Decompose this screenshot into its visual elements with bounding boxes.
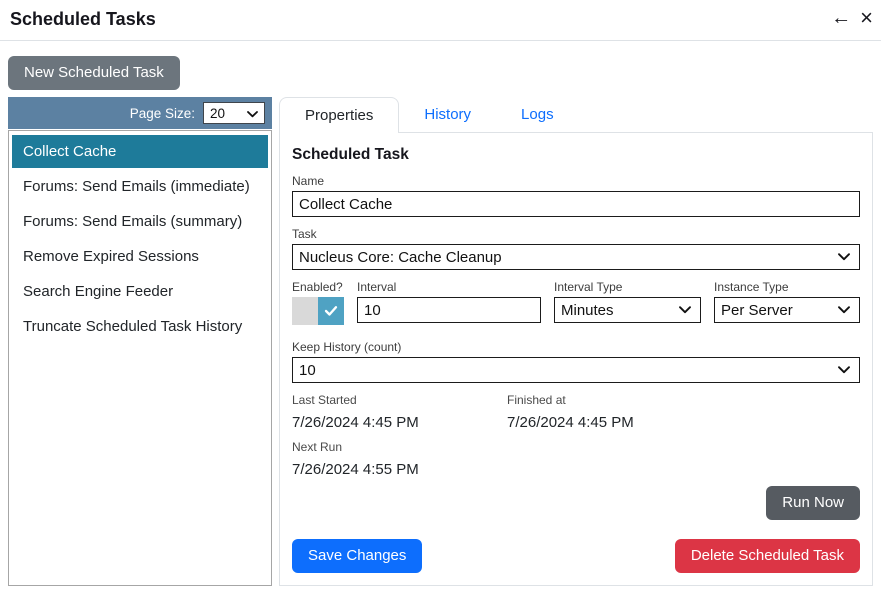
name-label: Name: [292, 174, 860, 188]
instance-type-label: Instance Type: [714, 280, 860, 294]
main-content: New Scheduled Task Page Size: 20 Collect…: [0, 41, 881, 586]
last-started-group: Last Started 7/26/2024 4:45 PM: [292, 393, 507, 431]
tab-properties[interactable]: Properties: [279, 97, 399, 133]
schedule-settings-row: Enabled? Interval: [292, 280, 860, 335]
chevron-down-icon: [838, 366, 850, 374]
finished-at-value: 7/26/2024 4:45 PM: [507, 414, 722, 431]
chevron-down-icon: [838, 253, 850, 261]
panel-heading: Scheduled Task: [292, 146, 860, 164]
tab-history[interactable]: History: [399, 97, 496, 132]
window-controls: ← ×: [831, 7, 873, 29]
task-list-panel: Page Size: 20 Collect CacheForums: Send …: [8, 97, 272, 586]
chevron-down-icon: [679, 306, 691, 314]
last-started-label: Last Started: [292, 393, 507, 407]
chevron-down-icon: [247, 106, 258, 121]
interval-type-select[interactable]: Minutes: [554, 297, 701, 323]
task-select[interactable]: Nucleus Core: Cache Cleanup: [292, 244, 860, 270]
finished-at-group: Finished at 7/26/2024 4:45 PM: [507, 393, 722, 431]
window-header: Scheduled Tasks ← ×: [0, 0, 881, 41]
page-size-value: 20: [210, 106, 225, 121]
task-list-item[interactable]: Forums: Send Emails (summary): [12, 205, 268, 238]
new-scheduled-task-button[interactable]: New Scheduled Task: [8, 56, 180, 90]
instance-type-select[interactable]: Per Server: [714, 297, 860, 323]
name-input[interactable]: [292, 191, 860, 217]
task-field-group: Task Nucleus Core: Cache Cleanup: [292, 227, 860, 270]
checkmark-icon: [318, 297, 344, 325]
save-changes-button[interactable]: Save Changes: [292, 539, 422, 573]
tab-bar: Properties History Logs: [279, 97, 873, 132]
task-list-header: Page Size: 20: [8, 97, 272, 129]
run-now-row: Run Now: [292, 486, 860, 520]
task-list-item[interactable]: Forums: Send Emails (immediate): [12, 170, 268, 203]
page-size-label: Page Size:: [130, 106, 195, 121]
keep-history-label: Keep History (count): [292, 340, 860, 354]
close-icon[interactable]: ×: [860, 7, 873, 29]
interval-field-group: Interval: [357, 280, 541, 325]
last-started-value: 7/26/2024 4:45 PM: [292, 414, 507, 431]
task-list-item[interactable]: Remove Expired Sessions: [12, 240, 268, 273]
task-list-item[interactable]: Collect Cache: [12, 135, 268, 168]
checkbox-off-half: [292, 297, 318, 325]
enabled-checkbox[interactable]: [292, 297, 344, 325]
page-title: Scheduled Tasks: [10, 9, 869, 30]
tab-logs[interactable]: Logs: [496, 97, 579, 132]
details-panel: Properties History Logs Scheduled Task N…: [279, 97, 873, 586]
enabled-field-group: Enabled?: [292, 280, 344, 325]
name-field-group: Name: [292, 174, 860, 217]
action-buttons-row: Save Changes Delete Scheduled Task: [292, 539, 860, 573]
content-columns: Page Size: 20 Collect CacheForums: Send …: [8, 97, 873, 586]
delete-scheduled-task-button[interactable]: Delete Scheduled Task: [675, 539, 860, 573]
scheduled-tasks-window: Scheduled Tasks ← × New Scheduled Task P…: [0, 0, 881, 586]
next-run-group: Next Run 7/26/2024 4:55 PM: [292, 440, 860, 478]
next-run-label: Next Run: [292, 440, 860, 454]
task-list-item[interactable]: Search Engine Feeder: [12, 275, 268, 308]
task-label: Task: [292, 227, 860, 241]
keep-history-field-group: Keep History (count) 10: [292, 340, 860, 383]
interval-type-field-group: Interval Type Minutes: [554, 280, 701, 325]
interval-label: Interval: [357, 280, 541, 294]
instance-type-value: Per Server: [721, 302, 793, 319]
back-arrow-icon[interactable]: ←: [831, 8, 851, 28]
run-times-row: Last Started 7/26/2024 4:45 PM Finished …: [292, 393, 860, 431]
keep-history-value: 10: [299, 362, 316, 379]
instance-type-field-group: Instance Type Per Server: [714, 280, 860, 325]
task-list-item[interactable]: Truncate Scheduled Task History: [12, 310, 268, 343]
keep-history-select[interactable]: 10: [292, 357, 860, 383]
interval-type-value: Minutes: [561, 302, 614, 319]
properties-panel: Scheduled Task Name Task Nucleus Core: C…: [279, 132, 873, 586]
page-size-select[interactable]: 20: [203, 102, 265, 124]
interval-type-label: Interval Type: [554, 280, 701, 294]
enabled-label: Enabled?: [292, 280, 344, 294]
finished-at-label: Finished at: [507, 393, 722, 407]
task-select-value: Nucleus Core: Cache Cleanup: [299, 249, 502, 266]
interval-input[interactable]: [357, 297, 541, 323]
task-list: Collect CacheForums: Send Emails (immedi…: [8, 130, 272, 586]
chevron-down-icon: [838, 306, 850, 314]
next-run-value: 7/26/2024 4:55 PM: [292, 461, 860, 478]
run-now-button[interactable]: Run Now: [766, 486, 860, 520]
